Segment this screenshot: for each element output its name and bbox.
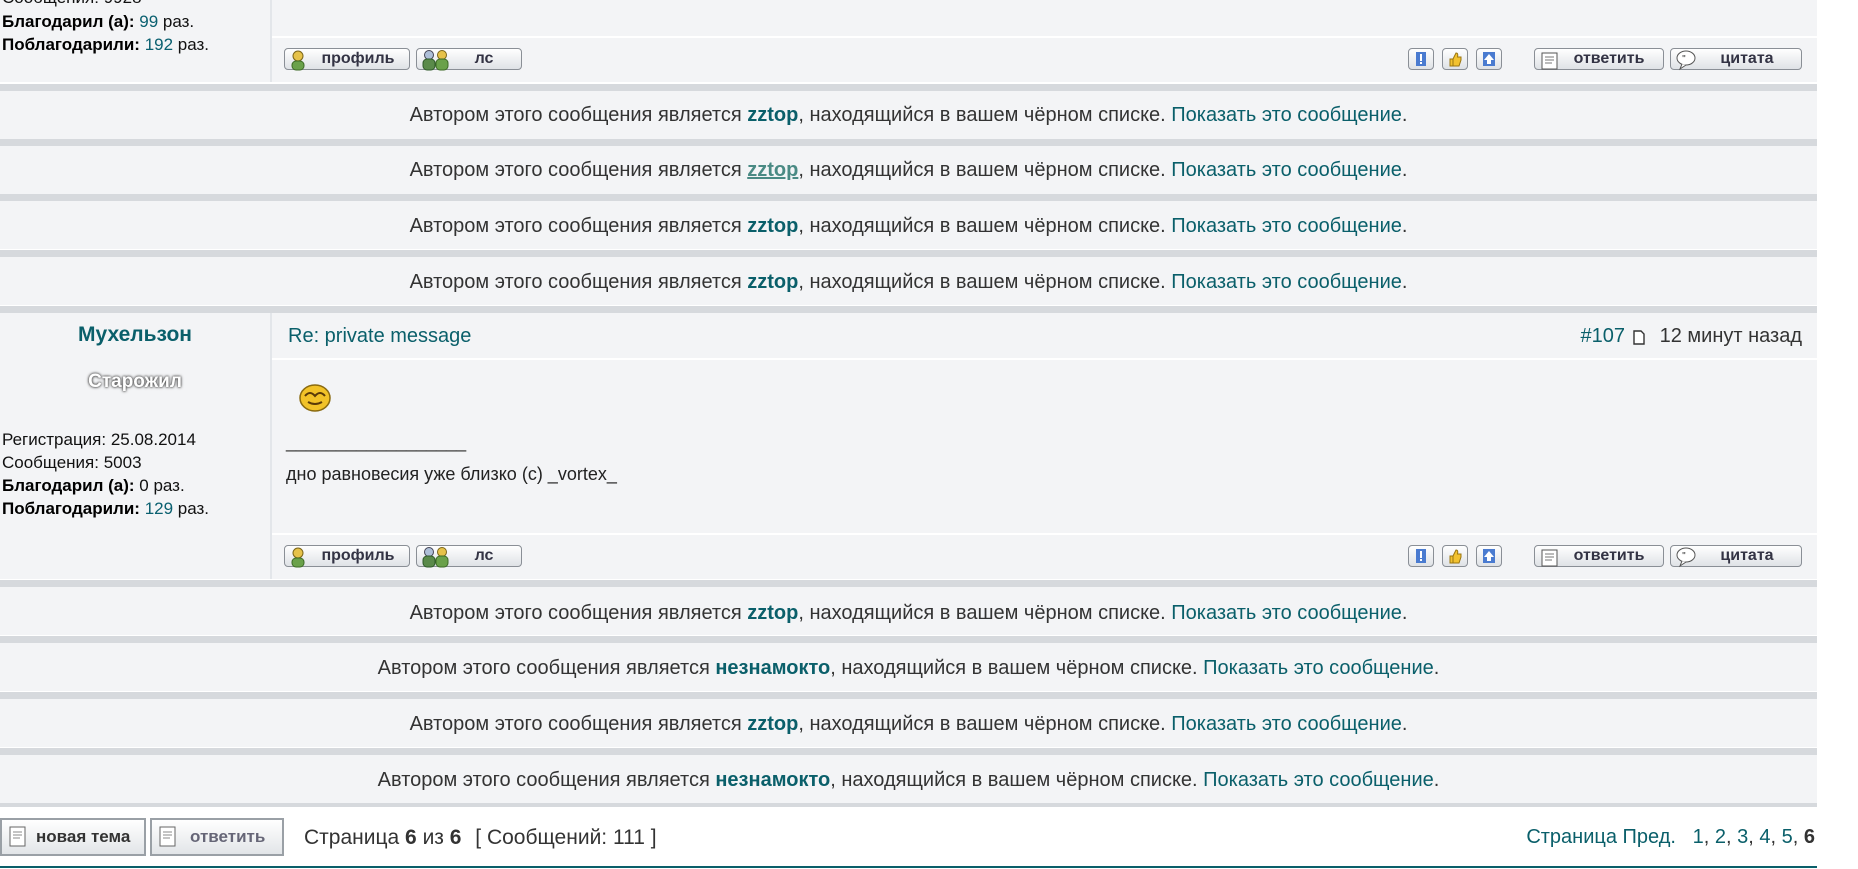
user-registration: Регистрация: 25.08.2014	[2, 430, 196, 449]
top-post-thanked-by-count[interactable]: 192	[145, 35, 173, 54]
quote-button[interactable]: " цитата	[1670, 545, 1802, 568]
thanks-button[interactable]	[1442, 545, 1468, 567]
pagination-prev-link[interactable]: Пред.	[1623, 826, 1676, 848]
show-message-link[interactable]: Показать это сообщение	[1171, 159, 1402, 181]
top-button[interactable]	[1476, 545, 1502, 567]
blocked-author-link[interactable]: zztop	[747, 104, 798, 126]
reply-icon	[1541, 549, 1558, 567]
users-icon	[422, 50, 449, 71]
exclamation-icon	[1416, 549, 1426, 563]
show-message-link[interactable]: Показать это сообщение	[1171, 602, 1402, 624]
signature-divider: __________________	[286, 432, 467, 452]
blocked-row: Автором этого сообщения является zztop, …	[0, 257, 1817, 305]
report-button[interactable]	[1408, 48, 1434, 70]
blocked-row: Автором этого сообщения является незнамо…	[0, 755, 1817, 803]
reply-icon	[159, 826, 176, 847]
quote-icon: "	[1676, 547, 1696, 568]
svg-text:": "	[1682, 54, 1686, 63]
pagination-page-link[interactable]: 4	[1759, 826, 1770, 848]
blocked-author-link[interactable]: zztop	[747, 713, 798, 735]
top-post-thanked-count[interactable]: 99	[139, 12, 158, 31]
blocked-row: Автором этого сообщения является zztop, …	[0, 587, 1817, 635]
post-header: Re: private message #107 12 минут назад	[272, 313, 1817, 358]
top-post-user-panel: Сообщения: 9928 Благодарил (а): 99 раз. …	[0, 0, 272, 82]
post-actions: профиль лс ответить " цитата	[272, 535, 1817, 579]
report-button[interactable]	[1408, 545, 1434, 567]
user-icon	[291, 547, 305, 568]
thanked-by-count-link[interactable]: 129	[145, 499, 173, 518]
thumbs-up-icon	[1449, 52, 1462, 67]
show-message-link[interactable]: Показать это сообщение	[1171, 215, 1402, 237]
arrow-up-icon	[1483, 52, 1495, 66]
pagination-page-link[interactable]: 3	[1737, 826, 1748, 848]
blocked-row: Автором этого сообщения является zztop, …	[0, 146, 1817, 194]
pm-button[interactable]: лс	[416, 48, 522, 71]
pagination-page-link[interactable]: 1	[1693, 826, 1704, 848]
quote-button[interactable]: " цитата	[1670, 48, 1802, 71]
quote-icon: "	[1676, 50, 1696, 71]
signature-text: дно равновесия уже близко (c) _vortex_	[286, 464, 617, 484]
footer-border	[0, 866, 1817, 868]
post-time: 12 минут назад	[1659, 325, 1802, 347]
pagination-current-page: 6	[1803, 826, 1815, 848]
blocked-row: Автором этого сообщения является zztop, …	[0, 201, 1817, 249]
top-post-actions: профиль лс ответить " цитата	[272, 38, 1817, 82]
top-post-thanked: Благодарил (а): 99 раз.	[2, 12, 195, 31]
reply-button[interactable]: ответить	[1534, 545, 1664, 567]
pagination: Страница Пред. 1, 2, 3, 4, 5, 6	[1526, 826, 1815, 848]
blocked-author-link[interactable]: zztop	[747, 215, 798, 237]
blocked-author-link[interactable]: zztop	[747, 159, 798, 181]
user-thanked: Благодарил (а): 0 раз.	[2, 476, 185, 495]
pagination-page-link[interactable]: 5	[1782, 826, 1793, 848]
svg-text:": "	[1682, 551, 1686, 560]
pm-button[interactable]: лс	[416, 545, 522, 568]
post-body: __________________ дно равновесия уже бл…	[272, 360, 1817, 533]
show-message-link[interactable]: Показать это сообщение	[1171, 104, 1402, 126]
thumbs-up-icon	[1449, 549, 1462, 564]
forum-page: Сообщения: 9928 Благодарил (а): 99 раз. …	[0, 0, 1858, 869]
page-indicator: Страница 6 из 6 [ Сообщений: 111 ]	[304, 826, 657, 849]
post-number-link[interactable]: #107	[1581, 325, 1626, 348]
thanks-button[interactable]	[1442, 48, 1468, 70]
show-message-link[interactable]: Показать это сообщение	[1171, 271, 1402, 293]
profile-button[interactable]: профиль	[284, 545, 410, 568]
blocked-author-link[interactable]: незнамокто	[715, 769, 830, 791]
post-user-panel: Мухельзон Старожил Регистрация: 25.08.20…	[0, 313, 272, 579]
user-rank: Старожил	[88, 371, 182, 392]
reply-button[interactable]: ответить	[1534, 48, 1664, 70]
new-topic-button[interactable]: новая тема	[0, 818, 146, 856]
smiley-icon	[299, 384, 331, 412]
blocked-author-link[interactable]: zztop	[747, 602, 798, 624]
post-subject-link[interactable]: Re: private message	[288, 325, 471, 348]
profile-button[interactable]: профиль	[284, 48, 410, 71]
show-message-link[interactable]: Показать это сообщение	[1171, 713, 1402, 735]
exclamation-icon	[1416, 52, 1426, 66]
new-topic-icon	[9, 826, 26, 847]
blocked-row: Автором этого сообщения является zztop, …	[0, 699, 1817, 747]
user-icon	[291, 50, 305, 71]
user-thanked-by: Поблагодарили: 129 раз.	[2, 499, 210, 518]
show-message-link[interactable]: Показать это сообщение	[1203, 657, 1434, 679]
top-post-messages: Сообщения: 9928	[2, 0, 142, 9]
post-username[interactable]: Мухельзон	[0, 323, 270, 347]
top-post-body	[272, 0, 1817, 36]
show-message-link[interactable]: Показать это сообщение	[1203, 769, 1434, 791]
reply-icon	[1541, 52, 1558, 70]
users-icon	[422, 547, 449, 568]
footer-reply-button[interactable]: ответить	[150, 818, 284, 856]
blocked-row: Автором этого сообщения является zztop, …	[0, 91, 1817, 139]
blocked-author-link[interactable]: zztop	[747, 271, 798, 293]
blocked-author-link[interactable]: незнамокто	[715, 657, 830, 679]
post-icon	[1633, 330, 1645, 345]
arrow-up-icon	[1483, 549, 1495, 563]
user-messages: Сообщения: 5003	[2, 453, 142, 472]
pagination-page-link[interactable]: 2	[1715, 826, 1726, 848]
top-post-thanked-by: Поблагодарили: 192 раз.	[2, 35, 210, 54]
blocked-row: Автором этого сообщения является незнамо…	[0, 643, 1817, 691]
top-button[interactable]	[1476, 48, 1502, 70]
